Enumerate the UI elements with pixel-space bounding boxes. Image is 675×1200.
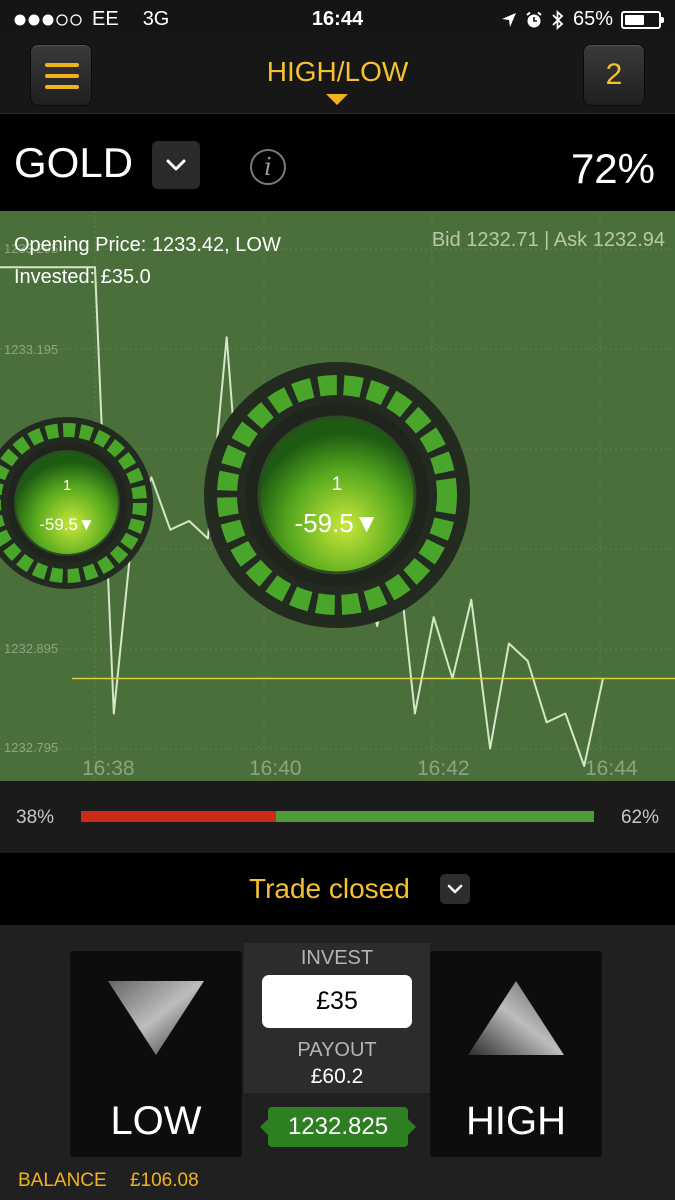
- info-icon[interactable]: i: [250, 149, 286, 185]
- location-arrow-icon: [501, 12, 516, 27]
- invest-label: INVEST: [300, 947, 374, 969]
- invest-amount-input[interactable]: £35: [262, 975, 412, 1028]
- trade-status[interactable]: Trade closed: [249, 873, 410, 905]
- y-tick-label: 1232.895: [4, 641, 59, 656]
- payout-value: £60.2: [310, 1065, 364, 1088]
- x-tick-label: 16:38: [82, 757, 135, 780]
- x-tick-label: 16:42: [417, 757, 470, 780]
- trade-info: Opening Price: 1233.42, LOW Invested: £3…: [14, 229, 281, 293]
- payout-percent: 72%: [570, 145, 655, 192]
- trade-bubble-small[interactable]: 1 -59.5▼: [0, 417, 155, 589]
- status-right: 65%: [501, 8, 664, 31]
- x-tick-label: 16:40: [249, 757, 302, 780]
- chevron-down-icon: [166, 159, 186, 171]
- chevron-down-icon: [447, 884, 463, 894]
- bubble-count: 1: [62, 477, 72, 494]
- alarm-icon: [526, 11, 542, 27]
- caret-down-icon[interactable]: [326, 94, 348, 105]
- payout-label: PAYOUT: [297, 1039, 377, 1061]
- asset-bar: GOLD i 72%: [0, 115, 675, 211]
- bluetooth-icon: [552, 9, 564, 30]
- y-tick-label: 1232.795: [4, 740, 59, 755]
- balance-value: £106.08: [129, 1170, 199, 1191]
- account-balance: BALANCE £106.08: [18, 1170, 217, 1192]
- battery-percent: 65%: [572, 8, 613, 30]
- x-tick-label: 16:44: [585, 757, 638, 780]
- sentiment-bar-low: [81, 811, 276, 822]
- status-bar: EE 3G 16:44 65%: [0, 0, 675, 38]
- low-sentiment-percent: 38%: [16, 807, 55, 828]
- trade-bubble-large[interactable]: 1 -59.5▼: [204, 362, 470, 628]
- trade-panel: LOW INVEST £35 PAYOUT £60.2 HIGH 1232.82…: [0, 925, 675, 1200]
- invested-amount: Invested: £35.0: [14, 266, 151, 288]
- invest-box: INVEST £35 PAYOUT £60.2: [244, 943, 430, 1093]
- battery-icon: [621, 10, 664, 29]
- trade-status-dropdown[interactable]: [440, 874, 470, 904]
- low-button[interactable]: LOW: [70, 951, 242, 1157]
- sentiment-bar-high: [275, 811, 594, 822]
- app-header: HIGH/LOW 2: [0, 38, 675, 114]
- y-tick-label: 1233.195: [4, 342, 59, 357]
- bubble-pnl: -59.5▼: [294, 508, 380, 538]
- high-button[interactable]: HIGH: [430, 951, 602, 1157]
- open-trades-button[interactable]: 2: [583, 44, 645, 106]
- trader-sentiment: 38% 62%: [0, 781, 675, 853]
- bubble-count: 1: [331, 474, 343, 495]
- high-sentiment-percent: 62%: [620, 807, 659, 828]
- price-chart[interactable]: 1233.295 1233.195 1232.895 1232.795 16:3…: [0, 211, 675, 781]
- current-price: 1232.825: [260, 1107, 416, 1147]
- trade-status-bar[interactable]: Trade closed: [0, 853, 675, 925]
- bubble-pnl: -59.5▼: [39, 515, 95, 534]
- bid-ask: Bid 1232.71 | Ask 1232.94: [431, 229, 665, 251]
- sentiment-bar: [81, 811, 594, 822]
- asset-name[interactable]: GOLD: [14, 139, 133, 187]
- low-button-label: LOW: [110, 1099, 202, 1143]
- asset-dropdown-button[interactable]: [152, 141, 200, 189]
- triangle-down-icon: [108, 981, 204, 1055]
- high-button-label: HIGH: [466, 1099, 566, 1143]
- trade-ring-icon: [0, 417, 153, 589]
- triangle-up-icon: [468, 981, 564, 1055]
- balance-label: BALANCE: [18, 1170, 107, 1191]
- trade-type-title[interactable]: HIGH/LOW: [0, 56, 675, 88]
- opening-price: Opening Price: 1233.42, LOW: [14, 234, 281, 256]
